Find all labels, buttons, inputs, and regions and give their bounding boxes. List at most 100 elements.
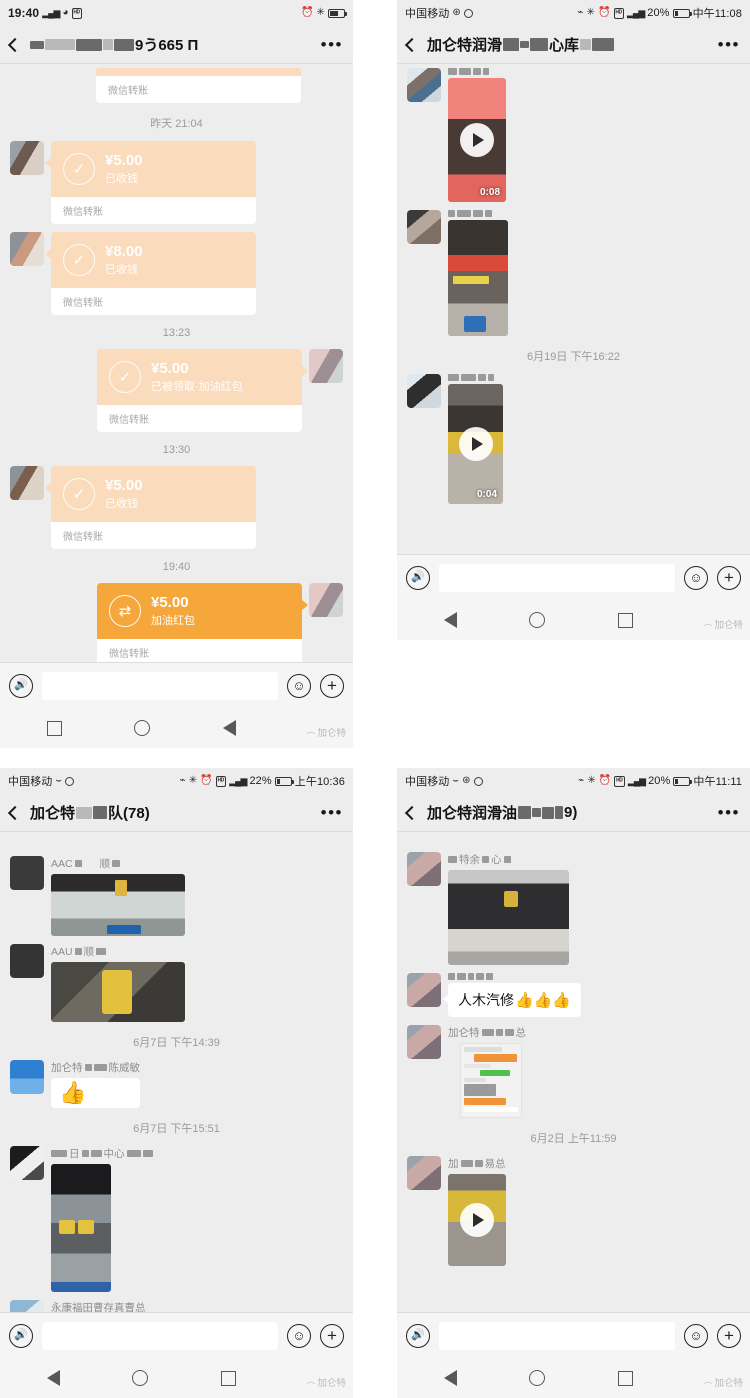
avatar[interactable] (10, 141, 44, 175)
emoji-icon[interactable]: ☺ (287, 673, 311, 698)
text-message[interactable]: 人木汽修 👍👍👍 (442, 983, 582, 1017)
avatar[interactable] (10, 1300, 44, 1312)
transfer-card[interactable]: ✓ ¥5.00 已收钱 (45, 141, 256, 197)
avatar[interactable] (309, 583, 343, 617)
emoji-icon[interactable]: ☺ (684, 565, 708, 590)
transfer-footer: 微信转账 (51, 522, 256, 549)
photo-message[interactable] (448, 870, 569, 965)
sticker-message[interactable]: 👍 (51, 1078, 140, 1108)
more-options-icon[interactable]: ••• (718, 36, 740, 53)
avatar[interactable] (407, 68, 441, 102)
video-message[interactable] (448, 1174, 506, 1266)
back-button[interactable] (222, 720, 236, 736)
voice-icon[interactable]: 🔊 (9, 1323, 33, 1348)
message-input[interactable] (42, 1321, 278, 1350)
voice-icon[interactable]: 🔊 (9, 673, 33, 698)
back-button[interactable] (443, 1370, 457, 1386)
home-button[interactable] (529, 1370, 546, 1386)
recents-button[interactable] (617, 1370, 633, 1386)
video-message[interactable]: 0:08 (448, 78, 506, 202)
transfer-card[interactable]: ⇄ ¥5.00 加油红包 (97, 583, 308, 639)
sender-name-tail: 中心 (103, 1148, 125, 1160)
more-options-icon[interactable]: ••• (321, 36, 343, 53)
avatar[interactable] (10, 232, 44, 266)
emoji-icon[interactable]: ☺ (684, 1323, 708, 1348)
alarm-icon: ⏰ (300, 7, 314, 18)
status-bar: 中国移动 ⊛ ⌁ ✳ ⏰ ᴴᴰ ▂▄▆ 20% 中午11:08 (397, 0, 750, 26)
home-button[interactable] (134, 720, 151, 736)
plus-icon[interactable]: + (717, 565, 741, 590)
timestamp: 13:23 (162, 327, 191, 339)
nav-bar: ෴ 加仑特 (0, 708, 353, 748)
back-icon[interactable] (404, 805, 420, 820)
avatar[interactable] (10, 1060, 44, 1094)
screenshot-message[interactable] (460, 1043, 522, 1118)
message-list[interactable]: 微信转账 昨天 21:04 ✓ ¥5.00 已收钱 微信转账 ✓ ¥8.00 已… (0, 64, 353, 662)
transfer-card-partial[interactable] (96, 68, 301, 76)
back-icon[interactable] (7, 37, 23, 52)
play-icon[interactable] (460, 1203, 494, 1237)
voice-icon[interactable]: 🔊 (406, 1323, 430, 1348)
avatar[interactable] (407, 852, 441, 886)
video-message[interactable]: 0:04 (448, 384, 503, 504)
photo-message[interactable] (51, 962, 185, 1022)
avatar[interactable] (407, 973, 441, 1007)
more-options-icon[interactable]: ••• (321, 804, 343, 821)
recents-button[interactable] (220, 1370, 236, 1386)
timestamp: 6月7日 下午14:39 (133, 1037, 220, 1049)
message-input[interactable] (439, 563, 675, 592)
back-button[interactable] (46, 1370, 60, 1386)
thumbs-up-icons: 👍👍👍 (515, 992, 572, 1009)
chat-title-visible: 加仑特润滑油 (427, 805, 518, 822)
back-icon[interactable] (7, 805, 23, 820)
bluetooth-icon: ✳ (587, 775, 596, 786)
message-list[interactable]: AAC 顺 AAU 顺 6月7日 下午14:39 加仑特 陈威敏 👍 6月7日 … (0, 832, 353, 1312)
message-list[interactable]: 特余 心 人木汽修 👍👍👍 加仑特 总 6月2日 上午11:59 加 易总 (397, 832, 750, 1312)
watermark-icon: ෴ (306, 1376, 316, 1388)
chat-screenshot-panel-4: 中国移动 ⌣ ⊛ ⌁ ✳ ⏰ ᴴᴰ ▂▄▆ 20% 中午11:11 加仑特润滑油 (397, 768, 750, 1398)
avatar[interactable] (10, 466, 44, 500)
photo-message[interactable] (51, 874, 185, 936)
home-button[interactable] (529, 612, 546, 628)
wifi-icon: ◕ (62, 7, 69, 18)
screenshot-grid: 19:40 ▂▄▆ ◕ ᴴᴰ ⏰ ✳ 9う665 П ••• 微信转账 昨天 2… (0, 0, 750, 1398)
recents-button[interactable] (617, 612, 633, 628)
emoji-icon[interactable]: ☺ (287, 1323, 311, 1348)
title-bar: 加仑特润滑 心库 ••• (397, 26, 750, 64)
transfer-card[interactable]: ✓ ¥5.00 已被领取·加油红包 (97, 349, 308, 405)
avatar[interactable] (10, 944, 44, 978)
avatar[interactable] (407, 1156, 441, 1190)
avatar[interactable] (10, 1146, 44, 1180)
transfer-card[interactable]: ✓ ¥8.00 已收钱 (45, 232, 256, 288)
battery-percent: 20% (647, 7, 670, 19)
plus-icon[interactable]: + (717, 1323, 741, 1348)
avatar[interactable] (407, 210, 441, 244)
more-options-icon[interactable]: ••• (718, 804, 740, 821)
plus-icon[interactable]: + (320, 1323, 344, 1348)
sender-name-tail: 顺 (99, 858, 111, 870)
avatar[interactable] (407, 374, 441, 408)
chat-title-tail: 9) (564, 804, 578, 821)
voice-icon[interactable]: 🔊 (406, 565, 430, 590)
sender-name-tail: 易总 (484, 1158, 506, 1170)
recents-button[interactable] (46, 720, 62, 736)
avatar[interactable] (10, 856, 44, 890)
back-button[interactable] (443, 612, 457, 628)
transfer-status: 加油红包 (151, 615, 195, 628)
photo-message[interactable] (448, 220, 508, 336)
message-input[interactable] (439, 1321, 675, 1350)
plus-icon[interactable]: + (320, 673, 344, 698)
message-list[interactable]: 0:08 6月19日 下午16:22 0:04 (397, 64, 750, 554)
avatar[interactable] (407, 1025, 441, 1059)
home-button[interactable] (132, 1370, 149, 1386)
avatar[interactable] (309, 349, 343, 383)
transfer-card[interactable]: ✓ ¥5.00 已收钱 (45, 466, 256, 522)
sender-name: 永康福田曹存真曹总 (51, 1300, 146, 1312)
sender-name: 加仑特 总 (448, 1025, 526, 1040)
chat-title-visible: 加仑特润滑 (427, 37, 503, 54)
play-icon[interactable] (460, 123, 494, 157)
photo-message[interactable] (51, 1164, 111, 1292)
play-icon[interactable] (458, 427, 493, 461)
message-input[interactable] (42, 671, 278, 700)
back-icon[interactable] (404, 37, 420, 52)
